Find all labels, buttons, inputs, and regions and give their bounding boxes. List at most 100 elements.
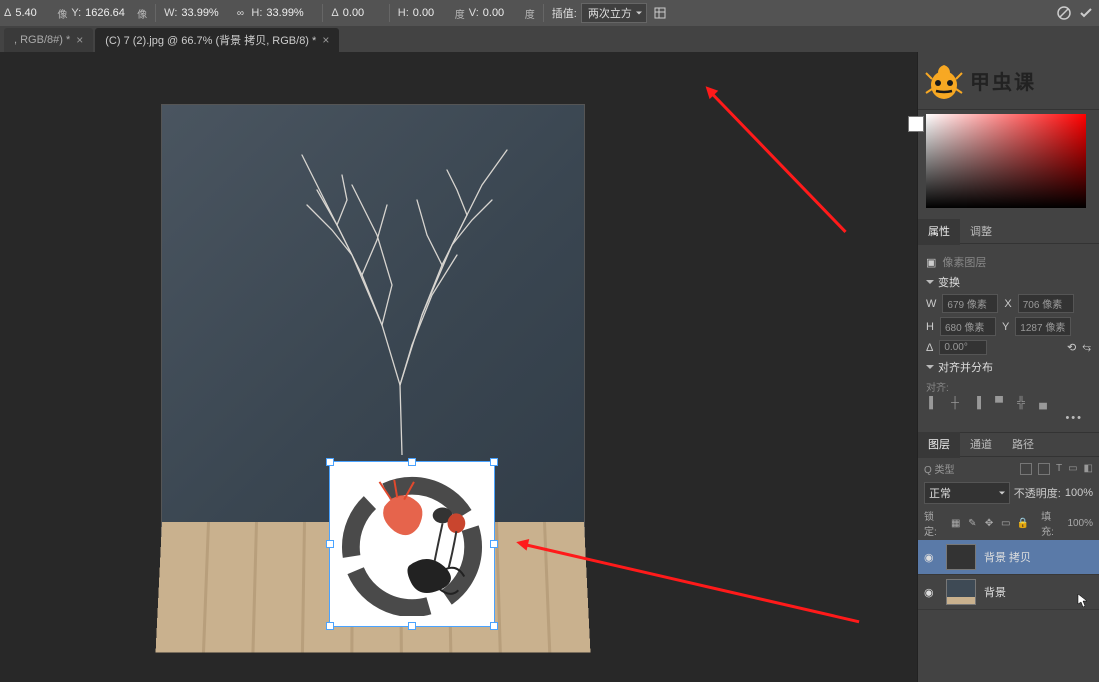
placed-image	[330, 462, 494, 626]
layer-thumbnail[interactable]	[946, 544, 976, 570]
align-top-icon[interactable]: ▀	[992, 396, 1006, 410]
interp-label: 插值:	[552, 5, 577, 21]
document-tab-1[interactable]: , RGB/8#) * ×	[4, 28, 93, 52]
fill-label: 填充:	[1041, 508, 1061, 538]
filter-kind-dropdown[interactable]: Q 类型	[924, 461, 955, 476]
filter-smart-icon[interactable]: ◧	[1084, 463, 1093, 474]
handle-se[interactable]	[490, 622, 498, 630]
handle-s[interactable]	[408, 622, 416, 630]
fill-value[interactable]: 100%	[1067, 518, 1093, 529]
angle-value[interactable]: 0.00	[343, 7, 381, 19]
lock-pos-icon[interactable]: ✥	[984, 517, 995, 529]
layer-row-2[interactable]: ◉ 背景	[918, 575, 1099, 610]
ref-y-unit: 像	[137, 6, 147, 21]
height-value[interactable]: 33.99%	[266, 7, 314, 19]
filter-type-icon[interactable]: T	[1056, 463, 1062, 474]
align-icons-row: ▌ ┼ ▐ ▀ ╬ ▄	[926, 396, 1091, 410]
color-picker-panel[interactable]	[918, 110, 1099, 220]
lock-row: 锁定: ▦ ✎ ✥ ▭ 🔒 填充: 100%	[918, 506, 1099, 540]
layer-name[interactable]: 背景 拷贝	[984, 549, 1031, 565]
align-right-icon[interactable]: ▐	[970, 396, 984, 410]
ref-y-label: Y:	[71, 7, 81, 19]
layer-row-1[interactable]: ◉ 背景 拷贝	[918, 540, 1099, 575]
ref-x-label: Δ	[4, 7, 11, 19]
prop-w-value[interactable]: 679 像素	[942, 294, 998, 313]
beetle-logo-icon	[924, 61, 964, 101]
tab-paths[interactable]: 路径	[1002, 432, 1044, 458]
filter-adjust-icon[interactable]	[1038, 463, 1050, 475]
tab-layers[interactable]: 图层	[918, 432, 960, 458]
prop-angle-value[interactable]: 0.00°	[939, 340, 987, 355]
ref-y-value[interactable]: 1626.64	[85, 7, 133, 19]
align-hcenter-icon[interactable]: ┼	[948, 396, 962, 410]
handle-e[interactable]	[490, 540, 498, 548]
align-section-header[interactable]: 对齐并分布	[926, 359, 1091, 375]
width-value[interactable]: 33.99%	[181, 7, 229, 19]
handle-sw[interactable]	[326, 622, 334, 630]
hshear-value[interactable]: 0.00	[413, 7, 451, 19]
flip-v-icon[interactable]: ⥃	[1082, 341, 1091, 354]
foreground-swatch[interactable]	[908, 116, 924, 132]
align-vcenter-icon[interactable]: ╬	[1014, 396, 1028, 410]
document-tab-2[interactable]: (C) 7 (2).jpg @ 66.7% (背景 拷贝, RGB/8) * ×	[95, 28, 339, 52]
handle-nw[interactable]	[326, 458, 334, 466]
close-icon[interactable]: ×	[76, 33, 83, 47]
more-options-icon[interactable]: •••	[926, 410, 1091, 426]
commit-transform-icon[interactable]	[1077, 4, 1095, 22]
prop-h-value[interactable]: 680 像素	[940, 317, 996, 336]
flip-h-icon[interactable]: ⟲	[1067, 341, 1076, 354]
prop-x-value[interactable]: 706 像素	[1018, 294, 1074, 313]
prop-angle-label: Δ	[926, 342, 933, 354]
opacity-value[interactable]: 100%	[1065, 487, 1093, 499]
pixel-layer-label: 像素图层	[942, 254, 986, 270]
tab-label: (C) 7 (2).jpg @ 66.7% (背景 拷贝, RGB/8) *	[105, 32, 316, 48]
ref-x-value[interactable]: 5.40	[15, 7, 53, 19]
vshear-value[interactable]: 0.00	[483, 7, 521, 19]
lock-paint-icon[interactable]: ✎	[967, 517, 978, 529]
opacity-label: 不透明度:	[1014, 485, 1061, 501]
interp-dropdown[interactable]: 两次立方	[581, 3, 647, 23]
tab-label: , RGB/8#) *	[14, 34, 70, 46]
prop-y-label: Y	[1002, 321, 1009, 333]
canvas-area[interactable]	[0, 52, 917, 682]
lock-trans-icon[interactable]: ▦	[950, 517, 961, 529]
cancel-transform-icon[interactable]	[1055, 4, 1073, 22]
layer-name[interactable]: 背景	[984, 584, 1006, 600]
properties-tabs: 属性 调整	[918, 220, 1099, 244]
prop-y-value[interactable]: 1287 像素	[1015, 317, 1071, 336]
filter-shape-icon[interactable]: ▭	[1068, 463, 1077, 474]
align-bottom-icon[interactable]: ▄	[1036, 396, 1050, 410]
color-field[interactable]	[926, 114, 1086, 208]
close-icon[interactable]: ×	[322, 33, 329, 47]
free-transform-box[interactable]	[329, 461, 495, 627]
filter-pixel-icon[interactable]	[1020, 463, 1032, 475]
tab-properties[interactable]: 属性	[918, 219, 960, 245]
transform-section-header[interactable]: 变换	[926, 274, 1091, 290]
lock-all-icon[interactable]: 🔒	[1017, 517, 1029, 529]
visibility-icon[interactable]: ◉	[924, 586, 938, 599]
tab-channels[interactable]: 通道	[960, 432, 1002, 458]
layer-thumbnail[interactable]	[946, 579, 976, 605]
handle-n[interactable]	[408, 458, 416, 466]
annotation-arrow-2	[707, 88, 847, 233]
document-tabs: , RGB/8#) * × (C) 7 (2).jpg @ 66.7% (背景 …	[0, 26, 1099, 52]
prop-w-label: W	[926, 298, 936, 310]
align-left-icon[interactable]: ▌	[926, 396, 940, 410]
blend-mode-dropdown[interactable]: 正常	[924, 482, 1010, 504]
blend-row: 正常 不透明度: 100%	[918, 480, 1099, 506]
hshear-unit: 度	[455, 6, 465, 21]
link-wh-icon[interactable]: ∞	[233, 6, 247, 20]
handle-ne[interactable]	[490, 458, 498, 466]
handle-w[interactable]	[326, 540, 334, 548]
align-to-label: 对齐:	[926, 379, 1091, 394]
visibility-icon[interactable]: ◉	[924, 551, 938, 564]
brand-watermark: 甲虫课	[918, 52, 1099, 110]
layers-panel-tabs: 图层 通道 路径	[918, 433, 1099, 457]
lock-label: 锁定:	[924, 508, 944, 538]
tab-adjustments[interactable]: 调整	[960, 219, 1002, 245]
lock-nest-icon[interactable]: ▭	[1000, 517, 1011, 529]
right-panels: 甲虫课 属性 调整 ▣像素图层 变换 W 679 像素 X 706 像素 H 6…	[917, 52, 1099, 682]
prop-h-label: H	[926, 321, 934, 333]
layer-filter-row: Q 类型 T ▭ ◧	[918, 457, 1099, 480]
warp-icon[interactable]	[651, 4, 669, 22]
